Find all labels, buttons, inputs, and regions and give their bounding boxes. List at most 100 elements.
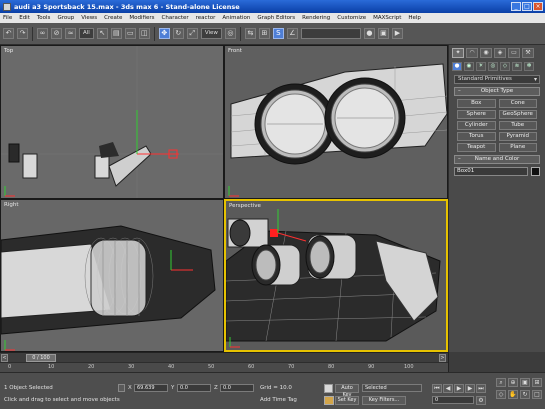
select-object-icon[interactable]: ↖ xyxy=(96,28,108,39)
utilities-tab-icon[interactable]: ⚒ xyxy=(522,48,534,58)
app-icon[interactable] xyxy=(3,2,11,11)
close-button[interactable]: × xyxy=(533,2,543,11)
window-crossing-icon[interactable]: ◫ xyxy=(138,28,150,39)
named-selection-sets-field[interactable] xyxy=(300,28,361,39)
field-of-view-icon[interactable]: ◇ xyxy=(496,390,506,399)
track-bar[interactable]: 0 10 20 30 40 50 60 70 80 90 100 xyxy=(0,362,448,372)
viewport-right-label[interactable]: Right xyxy=(4,202,18,208)
viewport-front[interactable]: Front xyxy=(224,45,448,199)
tube-button[interactable]: Tube xyxy=(498,121,537,130)
selection-lock-icon[interactable] xyxy=(118,384,125,392)
time-slider-thumb[interactable]: 0 / 100 xyxy=(26,354,56,362)
select-and-rotate-icon[interactable]: ↻ xyxy=(172,28,184,39)
menu-create[interactable]: Create xyxy=(104,15,122,21)
auto-key-button[interactable]: Auto Key xyxy=(335,384,359,398)
teapot-button[interactable]: Teapot xyxy=(457,143,496,152)
play-icon[interactable]: ▶ xyxy=(454,384,464,393)
menu-modifiers[interactable]: Modifiers xyxy=(129,15,154,21)
go-to-end-icon[interactable]: ⏭ xyxy=(476,384,486,393)
set-key-icon[interactable] xyxy=(324,396,334,405)
mirror-icon[interactable]: ⇆ xyxy=(244,28,256,39)
x-coordinate-field[interactable]: 69.639 xyxy=(134,384,168,392)
modify-tab-icon[interactable]: ◠ xyxy=(466,48,478,58)
torus-button[interactable]: Torus xyxy=(457,132,496,141)
object-color-swatch[interactable] xyxy=(531,167,540,176)
viewport-front-label[interactable]: Front xyxy=(228,48,242,54)
viewport-top[interactable]: Top xyxy=(0,45,224,199)
menu-help[interactable]: Help xyxy=(408,15,421,21)
unlink-icon[interactable]: ⊘ xyxy=(51,28,62,39)
select-and-move-icon[interactable]: ✥ xyxy=(158,28,170,39)
create-tab-icon[interactable]: ✦ xyxy=(452,48,464,58)
primitive-category-dropdown[interactable]: Standard Primitives xyxy=(454,75,540,84)
hierarchy-tab-icon[interactable]: ◉ xyxy=(480,48,492,58)
pivot-center-icon[interactable]: ◎ xyxy=(224,28,236,39)
maximize-viewport-icon[interactable]: □ xyxy=(532,390,542,399)
cone-button[interactable]: Cone xyxy=(498,99,537,108)
menu-maxscript[interactable]: MAXScript xyxy=(373,15,401,21)
zoom-all-icon[interactable]: ⊕ xyxy=(508,378,518,387)
cylinder-button[interactable]: Cylinder xyxy=(457,121,496,130)
minimize-button[interactable]: _ xyxy=(511,2,521,11)
redo-icon[interactable]: ↷ xyxy=(17,28,28,39)
pyramid-button[interactable]: Pyramid xyxy=(498,132,537,141)
box-button[interactable]: Box xyxy=(457,99,496,108)
y-coordinate-field[interactable]: 0.0 xyxy=(177,384,211,392)
material-editor-icon[interactable]: ● xyxy=(363,28,375,39)
select-by-name-icon[interactable]: ▤ xyxy=(110,28,122,39)
time-slider[interactable]: < 0 / 100 > xyxy=(0,352,448,362)
maximize-button[interactable]: □ xyxy=(522,2,532,11)
previous-frame-icon[interactable]: ◀ xyxy=(443,384,453,393)
cameras-icon[interactable]: ◎ xyxy=(488,62,498,71)
menu-tools[interactable]: Tools xyxy=(37,15,51,21)
menu-character[interactable]: Character xyxy=(162,15,189,21)
undo-icon[interactable]: ↶ xyxy=(3,28,14,39)
time-configuration-icon[interactable]: ⚙ xyxy=(476,396,486,405)
object-type-rollout[interactable]: Object Type xyxy=(454,87,540,96)
name-and-color-rollout[interactable]: Name and Color xyxy=(454,155,540,164)
select-and-scale-icon[interactable]: ⤢ xyxy=(186,28,198,39)
pan-icon[interactable]: ✋ xyxy=(508,390,518,399)
shapes-icon[interactable]: ◉ xyxy=(464,62,474,71)
render-scene-icon[interactable]: ▣ xyxy=(377,28,389,39)
viewport-perspective[interactable]: Perspective xyxy=(224,199,448,352)
set-key-button[interactable]: Set Key xyxy=(335,396,359,405)
menu-file[interactable]: File xyxy=(3,15,12,21)
menu-graph-editors[interactable]: Graph Editors xyxy=(257,15,295,21)
quick-render-icon[interactable]: ▶ xyxy=(391,28,403,39)
key-mode-dropdown[interactable]: Selected xyxy=(362,384,422,392)
lights-icon[interactable]: ☀ xyxy=(476,62,486,71)
align-icon[interactable]: ⊞ xyxy=(258,28,270,39)
link-icon[interactable]: ∞ xyxy=(37,28,48,39)
menu-rendering[interactable]: Rendering xyxy=(302,15,330,21)
arc-rotate-icon[interactable]: ↻ xyxy=(520,390,530,399)
viewport-top-label[interactable]: Top xyxy=(4,48,13,54)
space-warps-icon[interactable]: ≋ xyxy=(512,62,522,71)
selection-filter-dropdown[interactable]: All xyxy=(79,28,94,39)
zoom-extents-all-icon[interactable]: ⊞ xyxy=(532,378,542,387)
menu-animation[interactable]: Animation xyxy=(222,15,250,21)
plane-button[interactable]: Plane xyxy=(498,143,537,152)
viewport-perspective-label[interactable]: Perspective xyxy=(229,203,261,209)
z-coordinate-field[interactable]: 0.0 xyxy=(220,384,254,392)
menu-customize[interactable]: Customize xyxy=(337,15,366,21)
menu-reactor[interactable]: reactor xyxy=(196,15,216,21)
menu-group[interactable]: Group xyxy=(57,15,74,21)
object-name-field[interactable]: Box01 xyxy=(454,167,528,176)
systems-icon[interactable]: ✻ xyxy=(524,62,534,71)
menu-views[interactable]: Views xyxy=(81,15,97,21)
menu-edit[interactable]: Edit xyxy=(19,15,30,21)
angle-snap-icon[interactable]: ∠ xyxy=(286,28,298,39)
viewport-right[interactable]: Right xyxy=(0,199,224,352)
add-time-tag-button[interactable]: Add Time Tag xyxy=(260,397,297,403)
time-slider-prev-icon[interactable]: < xyxy=(1,354,8,362)
go-to-start-icon[interactable]: ⏮ xyxy=(432,384,442,393)
next-frame-icon[interactable]: ▶ xyxy=(465,384,475,393)
current-frame-field[interactable]: 0 xyxy=(432,396,474,404)
helpers-icon[interactable]: ◇ xyxy=(500,62,510,71)
motion-tab-icon[interactable]: ◈ xyxy=(494,48,506,58)
rectangular-selection-icon[interactable]: ▭ xyxy=(124,28,136,39)
snaps-toggle-icon[interactable]: S xyxy=(272,28,284,39)
time-slider-next-icon[interactable]: > xyxy=(439,354,446,362)
zoom-icon[interactable]: ⌕ xyxy=(496,378,506,387)
